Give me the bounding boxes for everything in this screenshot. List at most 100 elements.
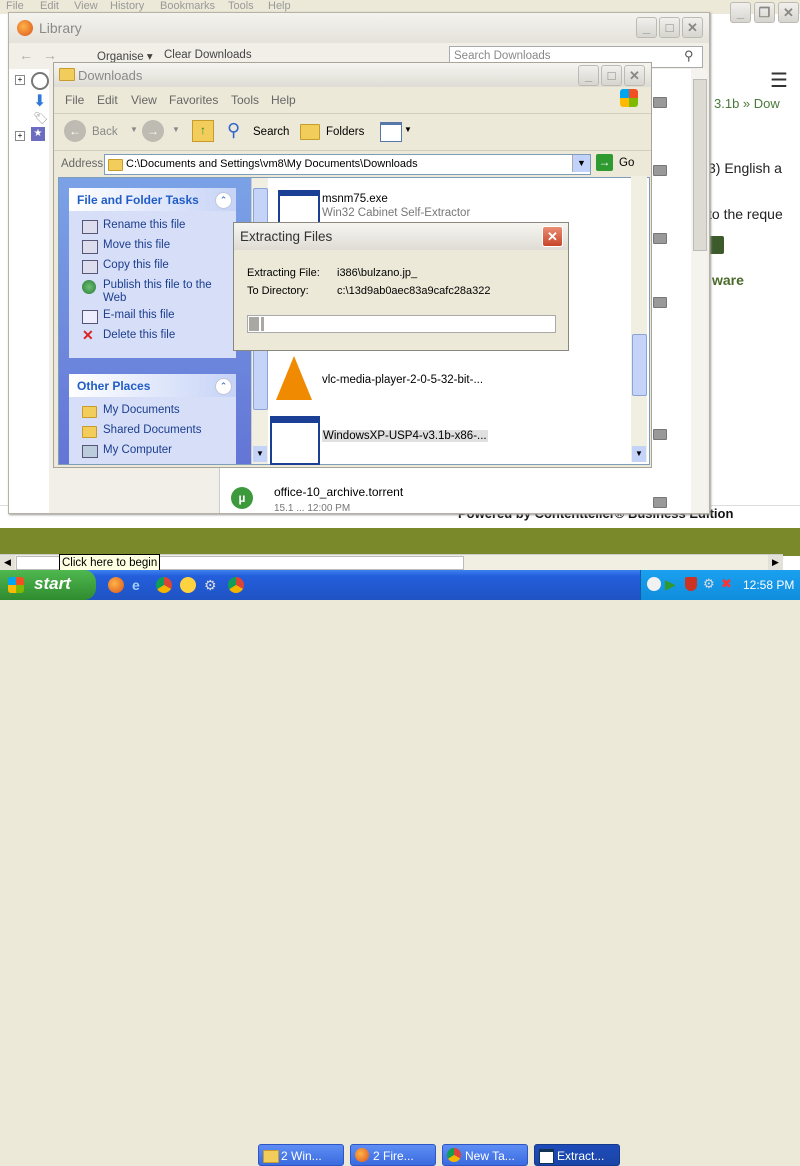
quicklaunch-tools-icon[interactable]: ⚙	[204, 577, 220, 593]
task-copy[interactable]: Copy this file	[103, 259, 169, 271]
bookmarks-star-icon[interactable]: ★	[31, 127, 45, 141]
list-folder-icon	[653, 429, 667, 440]
browser-menu-view[interactable]: View	[74, 0, 98, 12]
library-maximize-button[interactable]: □	[659, 17, 680, 38]
download-item-status: 15.1 ... 12:00 PM	[274, 503, 351, 514]
views-icon[interactable]	[380, 122, 402, 142]
task-pane-scroll-down[interactable]: ▼	[253, 446, 267, 462]
system-tray: ▶ ⚙ ✖ 12:58 PM	[640, 570, 800, 600]
firefox-icon	[17, 20, 33, 36]
tree-expand-icon[interactable]: +	[15, 75, 25, 85]
task-publish[interactable]: Publish this file to the Web	[103, 279, 221, 305]
file-list-scrollbar[interactable]: ▼	[631, 176, 647, 462]
dialog-close-button[interactable]: ✕	[542, 226, 563, 247]
task-email[interactable]: E-mail this file	[103, 309, 175, 321]
place-my-documents[interactable]: My Documents	[103, 404, 180, 416]
explorer-maximize-button[interactable]: □	[601, 65, 622, 86]
taskbar-windows-explorer[interactable]: 2 Win...	[258, 1144, 344, 1166]
back-button[interactable]: Back	[92, 126, 118, 138]
explorer-menu-file[interactable]: File	[65, 93, 84, 107]
explorer-menu-favorites[interactable]: Favorites	[169, 93, 218, 107]
tags-icon[interactable]: 🏷	[33, 111, 48, 125]
list-folder-icon	[653, 233, 667, 244]
search-magnifier-icon[interactable]: ⚲	[227, 120, 240, 141]
folders-icon[interactable]	[300, 124, 320, 140]
search-button[interactable]: Search	[253, 126, 289, 138]
up-folder-icon[interactable]: ↑	[192, 120, 214, 142]
browser-menu-file[interactable]: File	[6, 0, 24, 12]
explorer-menu-edit[interactable]: Edit	[97, 93, 118, 107]
place-my-computer[interactable]: My Computer	[103, 444, 172, 456]
go-button[interactable]: Go	[619, 157, 634, 169]
taskbar-extract[interactable]: Extract...	[534, 1144, 620, 1166]
address-dropdown-icon[interactable]: ▼	[572, 155, 590, 172]
file-windowsxp-usp4[interactable]: WindowsXP-USP4-v3.1b-x86-...	[322, 430, 488, 442]
tray-alert-icon[interactable]: ✖	[721, 576, 732, 592]
library-vertical-scrollbar[interactable]	[691, 69, 707, 513]
tray-play-icon[interactable]: ▶	[665, 576, 676, 593]
task-rename[interactable]: Rename this file	[103, 219, 185, 231]
collapse-chevron-icon[interactable]: ⌃	[215, 192, 232, 209]
quicklaunch-firefox-icon[interactable]	[108, 577, 124, 593]
downloads-arrow-icon[interactable]: ⬇	[33, 91, 46, 111]
explorer-menu-help[interactable]: Help	[271, 93, 296, 107]
library-minimize-button[interactable]: _	[636, 17, 657, 38]
tray-network-icon[interactable]: ⚙	[703, 576, 715, 592]
file-msnm75[interactable]: msnm75.exe	[322, 193, 388, 205]
tray-smiley-icon[interactable]	[647, 577, 661, 591]
library-scroll-thumb[interactable]	[693, 79, 707, 251]
browser-minimize-button[interactable]: _	[730, 2, 751, 23]
other-places-header[interactable]: Other Places ⌃	[69, 374, 236, 397]
quicklaunch-ie-icon[interactable]: e	[132, 577, 148, 593]
breadcrumb[interactable]: 3.1b » Dow	[714, 96, 780, 111]
file-list-scroll-thumb[interactable]	[632, 334, 647, 396]
start-button[interactable]: start	[0, 570, 96, 600]
browser-menu-tools[interactable]: Tools	[228, 0, 254, 12]
address-field[interactable]: C:\Documents and Settings\vm8\My Documen…	[104, 154, 591, 175]
library-forward-icon[interactable]: →	[43, 47, 57, 63]
views-dropdown-icon[interactable]: ▼	[404, 125, 412, 134]
file-vlc[interactable]: vlc-media-player-2-0-5-32-bit-...	[322, 374, 483, 386]
history-clock-icon[interactable]	[31, 72, 49, 90]
explorer-minimize-button[interactable]: _	[578, 65, 599, 86]
library-close-button[interactable]: ✕	[682, 17, 703, 38]
collapse-chevron-icon[interactable]: ⌃	[215, 378, 232, 395]
file-tasks-header[interactable]: File and Folder Tasks ⌃	[69, 188, 236, 211]
list-folder-icon	[653, 297, 667, 308]
place-shared-documents[interactable]: Shared Documents	[103, 424, 201, 436]
file-list-scroll-down[interactable]: ▼	[632, 446, 646, 462]
organise-button[interactable]: Organise ▾	[97, 49, 153, 63]
explorer-menu-tools[interactable]: Tools	[231, 93, 259, 107]
taskbar-chrome[interactable]: New Ta...	[442, 1144, 528, 1166]
taskbar-firefox[interactable]: 2 Fire...	[350, 1144, 436, 1166]
folders-button[interactable]: Folders	[326, 126, 364, 138]
explorer-close-button[interactable]: ✕	[624, 65, 645, 86]
go-arrow-icon[interactable]: →	[596, 154, 613, 171]
browser-maximize-button[interactable]: ❐	[754, 2, 775, 23]
tree-expand-icon-2[interactable]: +	[15, 131, 25, 141]
browser-menu-history[interactable]: History	[110, 0, 144, 12]
task-move[interactable]: Move this file	[103, 239, 170, 251]
task-delete[interactable]: Delete this file	[103, 329, 175, 341]
browser-content-right	[700, 90, 800, 510]
clear-downloads-button[interactable]: Clear Downloads	[164, 49, 252, 61]
browser-menu-edit[interactable]: Edit	[40, 0, 59, 12]
scroll-right-arrow[interactable]: ▶	[768, 555, 783, 570]
explorer-menu-view[interactable]: View	[131, 93, 157, 107]
download-item-name[interactable]: office-10_archive.torrent	[274, 485, 403, 499]
scroll-left-arrow[interactable]: ◀	[0, 555, 15, 570]
list-folder-icon	[653, 165, 667, 176]
quicklaunch-chrome-icon-2[interactable]	[228, 577, 244, 593]
forward-arrow-icon[interactable]: →	[142, 120, 164, 142]
back-arrow-icon[interactable]: ←	[64, 120, 86, 142]
quicklaunch-chrome-icon[interactable]	[156, 577, 172, 593]
browser-menu-help[interactable]: Help	[268, 0, 291, 12]
quicklaunch-smiley-icon[interactable]	[180, 577, 196, 593]
browser-close-button[interactable]: ✕	[778, 2, 799, 23]
library-back-icon[interactable]: ←	[19, 47, 33, 63]
address-label: Address	[61, 158, 104, 170]
forward-dropdown-icon[interactable]: ▼	[172, 125, 180, 134]
back-dropdown-icon[interactable]: ▼	[130, 125, 138, 134]
tray-shield-icon[interactable]	[685, 577, 697, 591]
browser-menu-bookmarks[interactable]: Bookmarks	[160, 0, 215, 12]
